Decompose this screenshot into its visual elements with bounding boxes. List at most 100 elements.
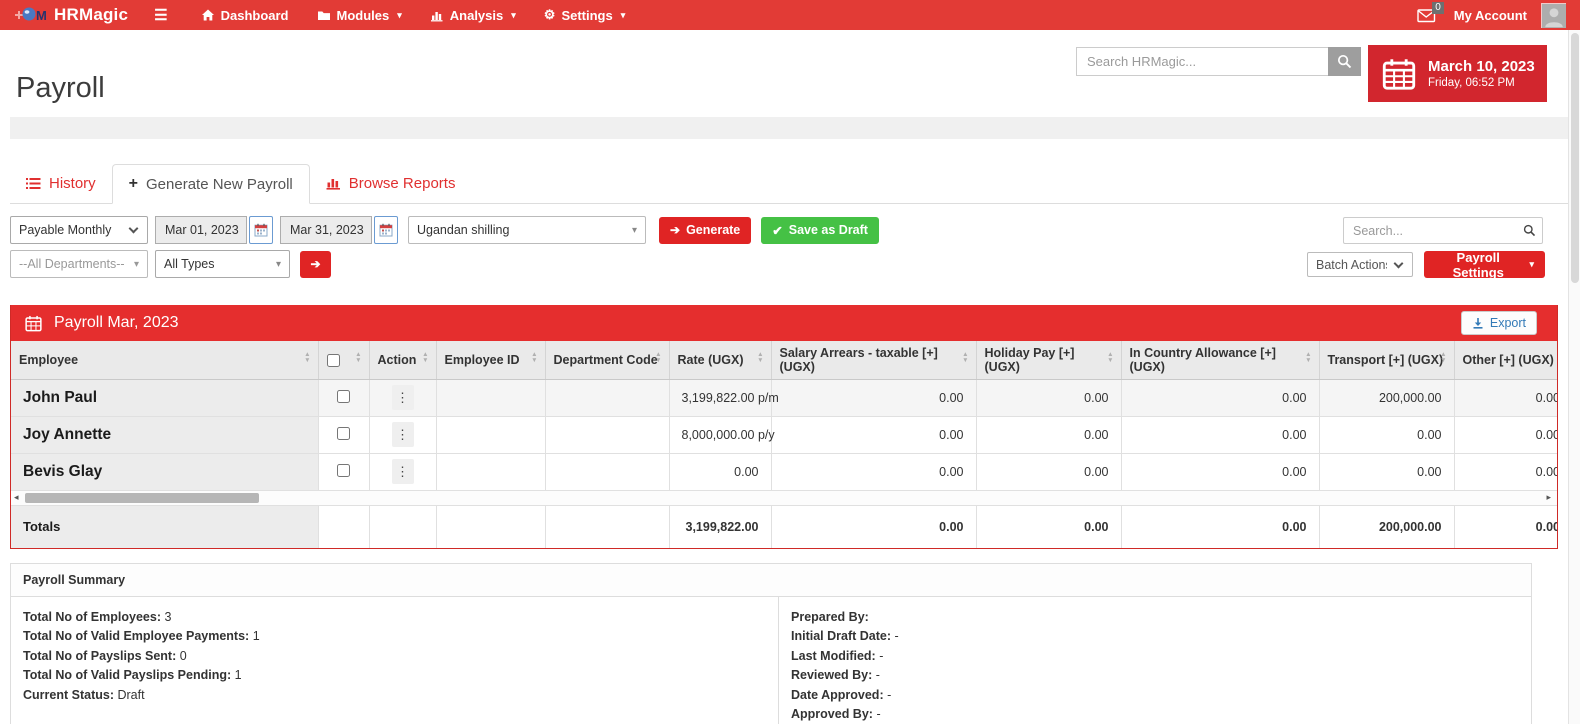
date-to-picker-button[interactable]: [374, 216, 398, 244]
tab-generate-new-payroll[interactable]: + Generate New Payroll: [112, 164, 310, 204]
row-select-cell: [318, 453, 369, 490]
sort-icon[interactable]: ▲▼: [531, 352, 537, 364]
chevron-down-icon: [1394, 258, 1404, 268]
payroll-table-panel: Payroll Mar, 2023 Export Employee▲▼ ▲▼ A…: [10, 305, 1558, 549]
nav-item-settings[interactable]: ⚙ Settings ▾: [533, 0, 636, 30]
nav-item-label: Modules: [337, 8, 390, 23]
column-header-in-country-allowance[interactable]: In Country Allowance [+] (UGX)▲▼: [1121, 341, 1319, 379]
holiday-pay-cell: 0.00: [976, 453, 1121, 490]
summary-line: Date Approved: -: [791, 686, 1519, 706]
horizontal-scrollbar[interactable]: ◂ ▸: [11, 491, 1557, 506]
sort-icon[interactable]: ▲▼: [1305, 352, 1311, 364]
chevron-down-icon: ▾: [621, 10, 626, 21]
transport-cell: 0.00: [1319, 453, 1454, 490]
home-icon: [201, 8, 215, 22]
topbar-right: 0 My Account: [1417, 3, 1580, 28]
sort-icon[interactable]: ▲▼: [1440, 352, 1446, 364]
date-from-input[interactable]: Mar 01, 2023: [155, 216, 247, 244]
column-header-other[interactable]: Other [+] (UGX): [1454, 341, 1557, 379]
row-actions-button[interactable]: ⋮: [392, 459, 414, 484]
row-checkbox[interactable]: [337, 464, 350, 477]
export-button[interactable]: Export: [1461, 311, 1537, 335]
in-country-allowance-cell: 0.00: [1121, 416, 1319, 453]
sort-icon[interactable]: ▲▼: [1107, 352, 1113, 364]
departments-select[interactable]: --All Departments-- ▾: [10, 250, 148, 278]
row-checkbox[interactable]: [337, 390, 350, 403]
main-menu: Dashboard Modules ▾ Analysis ▾ ⚙ Setting…: [190, 0, 637, 30]
row-checkbox[interactable]: [337, 427, 350, 440]
sort-icon[interactable]: ▲▼: [304, 352, 310, 364]
row-actions-button[interactable]: ⋮: [392, 422, 414, 447]
column-header-employee[interactable]: Employee▲▼: [11, 341, 318, 379]
tab-history[interactable]: History: [10, 163, 112, 203]
column-header-rate[interactable]: Rate (UGX)▲▼: [669, 341, 771, 379]
currency-select[interactable]: Ugandan shilling ▾: [408, 216, 646, 244]
chevron-down-icon: ▾: [397, 10, 402, 21]
payroll-table-title: Payroll Mar, 2023: [54, 314, 179, 332]
row-actions-button[interactable]: ⋮: [392, 385, 414, 410]
other-cell: 0.00: [1454, 453, 1557, 490]
column-header-action[interactable]: Action▲▼: [369, 341, 436, 379]
sort-icon[interactable]: ▲▼: [355, 352, 361, 364]
holiday-pay-cell: 0.00: [976, 416, 1121, 453]
row-select-cell: [318, 379, 369, 416]
tab-label: Generate New Payroll: [146, 176, 293, 193]
summary-left-column: Total No of Employees: 3 Total No of Val…: [11, 597, 778, 724]
summary-line: Total No of Employees: 3: [23, 608, 766, 628]
rate-cell: 0.00: [669, 453, 771, 490]
sort-icon[interactable]: ▲▼: [655, 352, 661, 364]
date-from-picker-button[interactable]: [249, 216, 273, 244]
payroll-page: M HRMagic ☰ Dashboard Modules ▾: [0, 0, 1580, 724]
save-as-draft-button[interactable]: ✔ Save as Draft: [761, 217, 879, 244]
row-action-cell: ⋮: [369, 453, 436, 490]
generate-button[interactable]: ➔ Generate: [659, 217, 751, 244]
avatar[interactable]: [1541, 3, 1566, 28]
global-search-input[interactable]: [1076, 47, 1328, 76]
batch-actions-select[interactable]: Batch Actions: [1307, 252, 1413, 277]
totals-label-cell: Totals: [11, 506, 318, 548]
other-cell: 0.00: [1454, 416, 1557, 453]
global-search-button[interactable]: [1328, 47, 1361, 76]
date-to-group: Mar 31, 2023: [280, 216, 398, 244]
scrollbar-thumb[interactable]: [1571, 33, 1579, 283]
period-select[interactable]: Payable Monthly: [10, 216, 148, 244]
summary-line: Last Modified: -: [791, 647, 1519, 667]
scrollbar-thumb[interactable]: [25, 493, 259, 503]
column-header-transport[interactable]: Transport [+] (UGX)▲▼: [1319, 341, 1454, 379]
search-icon: [1523, 224, 1545, 237]
holiday-pay-cell: 0.00: [976, 379, 1121, 416]
table-search-input[interactable]: [1344, 224, 1523, 238]
my-account-link[interactable]: My Account: [1454, 8, 1527, 23]
date-to-input[interactable]: Mar 31, 2023: [280, 216, 372, 244]
nav-item-modules[interactable]: Modules ▾: [306, 0, 413, 30]
column-header-holiday-pay[interactable]: Holiday Pay [+] (UGX)▲▼: [976, 341, 1121, 379]
nav-item-dashboard[interactable]: Dashboard: [190, 0, 300, 30]
hamburger-icon[interactable]: ☰: [154, 6, 167, 24]
date-widget[interactable]: March 10, 2023 Friday, 06:52 PM: [1368, 45, 1547, 102]
summary-line: Initial Draft Date: -: [791, 627, 1519, 647]
column-header-salary-arrears[interactable]: Salary Arrears - taxable [+] (UGX)▲▼: [771, 341, 976, 379]
types-select[interactable]: All Types ▾: [155, 250, 290, 278]
row-select-cell: [318, 416, 369, 453]
column-header-employee-id[interactable]: Employee ID▲▼: [436, 341, 545, 379]
messages-badge: 0: [1432, 2, 1444, 14]
bar-chart-icon: [430, 9, 444, 22]
sort-icon[interactable]: ▲▼: [962, 352, 968, 364]
sort-icon[interactable]: ▲▼: [757, 352, 763, 364]
vertical-scrollbar[interactable]: [1568, 30, 1580, 724]
apply-filter-button[interactable]: ➔: [300, 251, 331, 278]
table-viewport: Employee▲▼ ▲▼ Action▲▼ Employee ID▲▼ Dep…: [11, 341, 1557, 491]
column-header-department-code[interactable]: Department Code▲▼: [545, 341, 669, 379]
sort-icon[interactable]: ▲▼: [422, 352, 428, 364]
brand[interactable]: M HRMagic: [0, 5, 128, 25]
column-header-select[interactable]: ▲▼: [318, 341, 369, 379]
nav-item-analysis[interactable]: Analysis ▾: [419, 0, 527, 30]
totals-empty-cell: [369, 506, 436, 548]
scroll-left-icon[interactable]: ◂: [14, 492, 19, 503]
select-all-checkbox[interactable]: [327, 354, 340, 367]
tab-browse-reports[interactable]: Browse Reports: [310, 163, 472, 203]
scroll-right-icon[interactable]: ▸: [1546, 492, 1551, 503]
messages-button[interactable]: 0: [1417, 8, 1436, 23]
arrow-right-icon: ➔: [310, 257, 320, 271]
payroll-settings-button[interactable]: Payroll Settings ▾: [1424, 251, 1545, 278]
